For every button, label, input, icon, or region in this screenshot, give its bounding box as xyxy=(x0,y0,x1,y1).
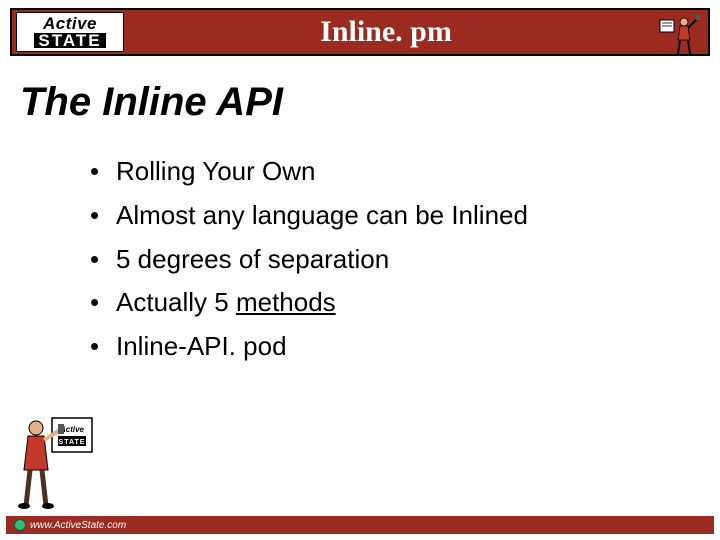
footer-url-text: www.ActiveState.com xyxy=(30,520,126,531)
painter-figure-icon xyxy=(658,12,700,56)
svg-text:STATE: STATE xyxy=(59,439,86,446)
bullet-text: Actually 5 xyxy=(116,287,236,317)
slide: Active STATE Inline. pm The Inline API R… xyxy=(0,0,720,540)
bullet-text: Almost any language can be Inlined xyxy=(116,200,528,230)
header-title: Inline. pm xyxy=(124,15,708,49)
globe-icon xyxy=(14,519,26,531)
logo-text-bottom: STATE xyxy=(34,33,105,48)
list-item: 5 degrees of separation xyxy=(90,243,680,277)
header-bar: Active STATE Inline. pm xyxy=(10,8,710,56)
activestate-logo: Active STATE xyxy=(16,12,124,52)
footer-url: www.ActiveState.com xyxy=(14,516,126,534)
painter-figure-large-icon: Active STATE xyxy=(14,410,104,510)
list-item: Actually 5 methods xyxy=(90,286,680,320)
bullet-text: Inline-API. pod xyxy=(116,331,287,361)
bullet-list: Rolling Your Own Almost any language can… xyxy=(90,155,680,374)
slide-title: The Inline API xyxy=(20,80,283,125)
list-item: Inline-API. pod xyxy=(90,330,680,364)
bullet-text: 5 degrees of separation xyxy=(116,244,389,274)
list-item: Rolling Your Own xyxy=(90,155,680,189)
list-item: Almost any language can be Inlined xyxy=(90,199,680,233)
logo-text-top: Active xyxy=(43,16,97,31)
bullet-text-underlined: methods xyxy=(236,287,336,317)
bullet-text: Rolling Your Own xyxy=(116,156,315,186)
